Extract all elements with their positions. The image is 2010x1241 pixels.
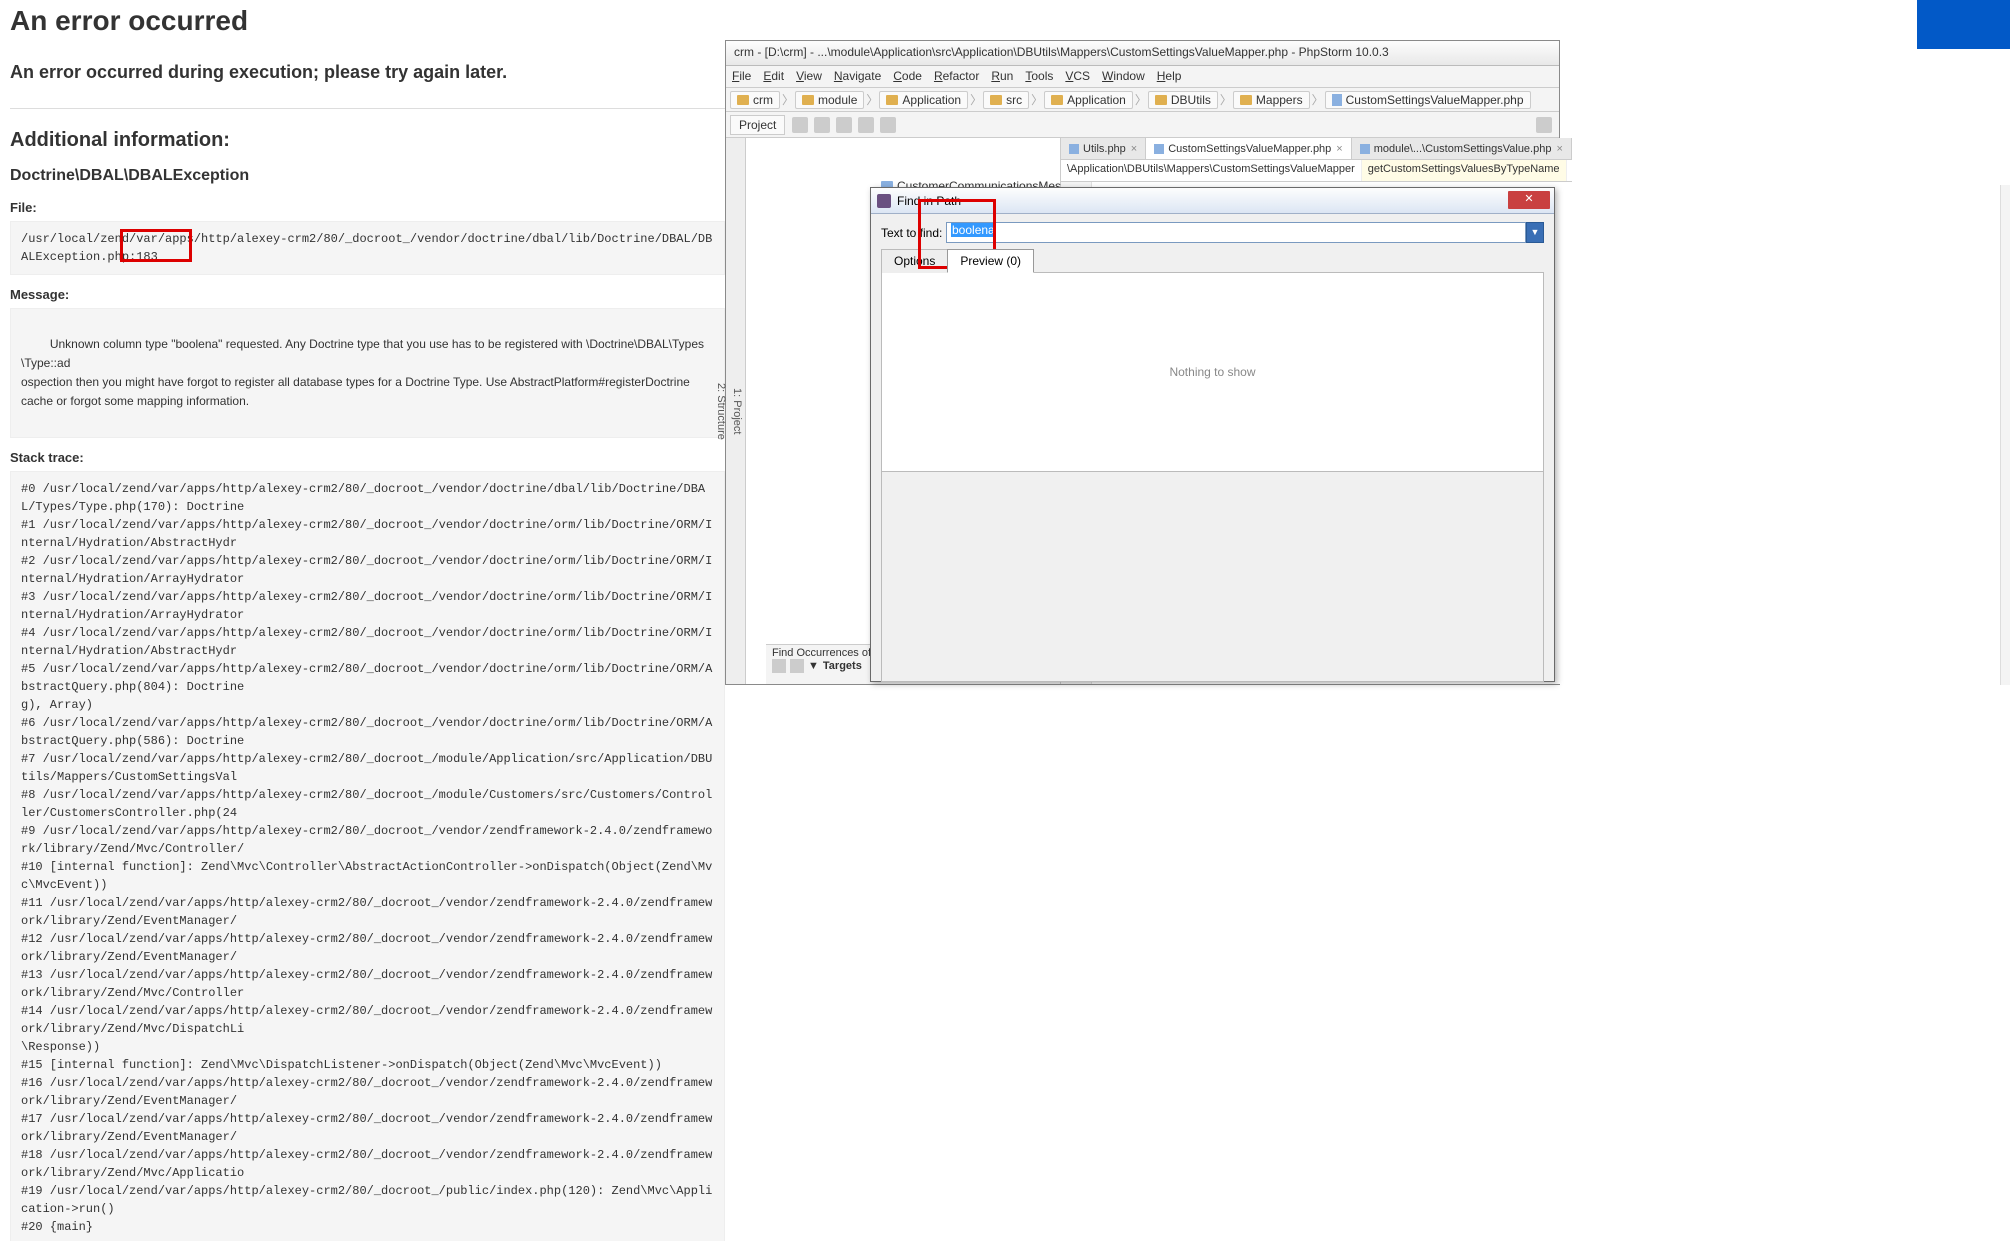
message-label: Message: <box>10 287 725 302</box>
file-label: File: <box>10 200 725 215</box>
error-heading: An error occurred <box>10 5 725 37</box>
breadcrumb-item[interactable]: module <box>795 91 864 109</box>
editor-tab[interactable]: module\...\CustomSettingsValue.php× <box>1352 138 1572 159</box>
stack-trace: #0 /usr/local/zend/var/apps/http/alexey-… <box>10 471 725 1241</box>
menu-item-vcs[interactable]: VCS <box>1065 69 1090 83</box>
editor-tab[interactable]: Utils.php× <box>1061 138 1146 159</box>
search-dropdown[interactable]: ▼ <box>1526 222 1544 243</box>
menu-item-code[interactable]: Code <box>893 69 922 83</box>
toolbar-icon[interactable] <box>836 117 852 133</box>
toolbar-icon[interactable] <box>814 117 830 133</box>
tool-icon[interactable] <box>790 659 804 673</box>
menu-item-tools[interactable]: Tools <box>1025 69 1053 83</box>
annotation-highlight-1 <box>120 229 192 262</box>
editor-tab[interactable]: CustomSettingsValueMapper.php× <box>1146 138 1352 159</box>
menu-item-help[interactable]: Help <box>1157 69 1182 83</box>
find-in-path-dialog: Find in Path ✕ Text to find: boolena ▼ O… <box>870 187 1555 682</box>
breadcrumb-item[interactable]: Application <box>879 91 968 109</box>
additional-info-heading: Additional information: <box>10 129 725 152</box>
nothing-to-show: Nothing to show <box>1169 365 1255 379</box>
toolbar-icon[interactable] <box>858 117 874 133</box>
menu-bar: File Edit View Navigate Code Refactor Run Tools… <box>726 66 1559 88</box>
phpstorm-icon <box>877 194 891 208</box>
error-page: An error occurred An error occurred duri… <box>10 5 725 1241</box>
editor-path-namespace[interactable]: \Application\DBUtils\Mappers\CustomSetti… <box>1061 160 1362 181</box>
side-tab-structure[interactable]: 2: Structure <box>713 138 729 684</box>
close-button[interactable]: ✕ <box>1508 191 1550 209</box>
search-input[interactable]: boolena <box>946 222 1526 243</box>
right-edge-strip <box>2000 185 2010 685</box>
tab-preview[interactable]: Preview (0) <box>947 249 1034 273</box>
menu-item-view[interactable]: View <box>796 69 822 83</box>
breadcrumb-item[interactable]: DBUtils <box>1148 91 1218 109</box>
breadcrumb-item[interactable]: Application <box>1044 91 1133 109</box>
preview-area: Nothing to show <box>881 272 1544 472</box>
breadcrumb-item[interactable]: Mappers <box>1233 91 1310 109</box>
breadcrumb-item[interactable]: crm <box>730 91 780 109</box>
exception-class: Doctrine\DBAL\DBALException <box>10 167 725 185</box>
toolbar-icon[interactable] <box>1536 117 1552 133</box>
stack-label: Stack trace: <box>10 450 725 465</box>
targets-label: Targets <box>823 660 862 672</box>
side-tool-tabs[interactable]: 1: Project 2: Structure <box>726 138 746 684</box>
menu-item-navigate[interactable]: Navigate <box>834 69 881 83</box>
toolbar-icon[interactable] <box>792 117 808 133</box>
side-tab-project[interactable]: 1: Project <box>729 138 745 684</box>
project-tool-label[interactable]: Project <box>730 115 785 135</box>
message-value: Unknown column type "boolena" requested.… <box>10 308 725 438</box>
menu-item-refactor[interactable]: Refactor <box>934 69 979 83</box>
error-subheading: An error occurred during execution; plea… <box>10 62 725 83</box>
breadcrumb-item[interactable]: src <box>983 91 1029 109</box>
dialog-lower-panel <box>881 472 1544 682</box>
decorative-blue-block <box>1917 0 2010 49</box>
divider <box>10 108 725 109</box>
file-value: /usr/local/zend/var/apps/http/alexey-crm… <box>10 221 725 275</box>
menu-item-window[interactable]: Window <box>1102 69 1145 83</box>
window-titlebar: crm - [D:\crm] - ...\module\Application\… <box>726 41 1559 66</box>
toolbar: Project <box>726 112 1559 138</box>
menu-item-edit[interactable]: Edit <box>763 69 784 83</box>
menu-item-file[interactable]: File <box>732 69 751 83</box>
tool-icon[interactable] <box>772 659 786 673</box>
breadcrumb-bar: crm〉module〉Application〉src〉Application〉D… <box>726 88 1559 112</box>
menu-item-run[interactable]: Run <box>991 69 1013 83</box>
breadcrumb-item[interactable]: CustomSettingsValueMapper.php <box>1325 91 1531 109</box>
editor-path-method[interactable]: getCustomSettingsValuesByTypeName <box>1362 160 1567 181</box>
toolbar-icon[interactable] <box>880 117 896 133</box>
